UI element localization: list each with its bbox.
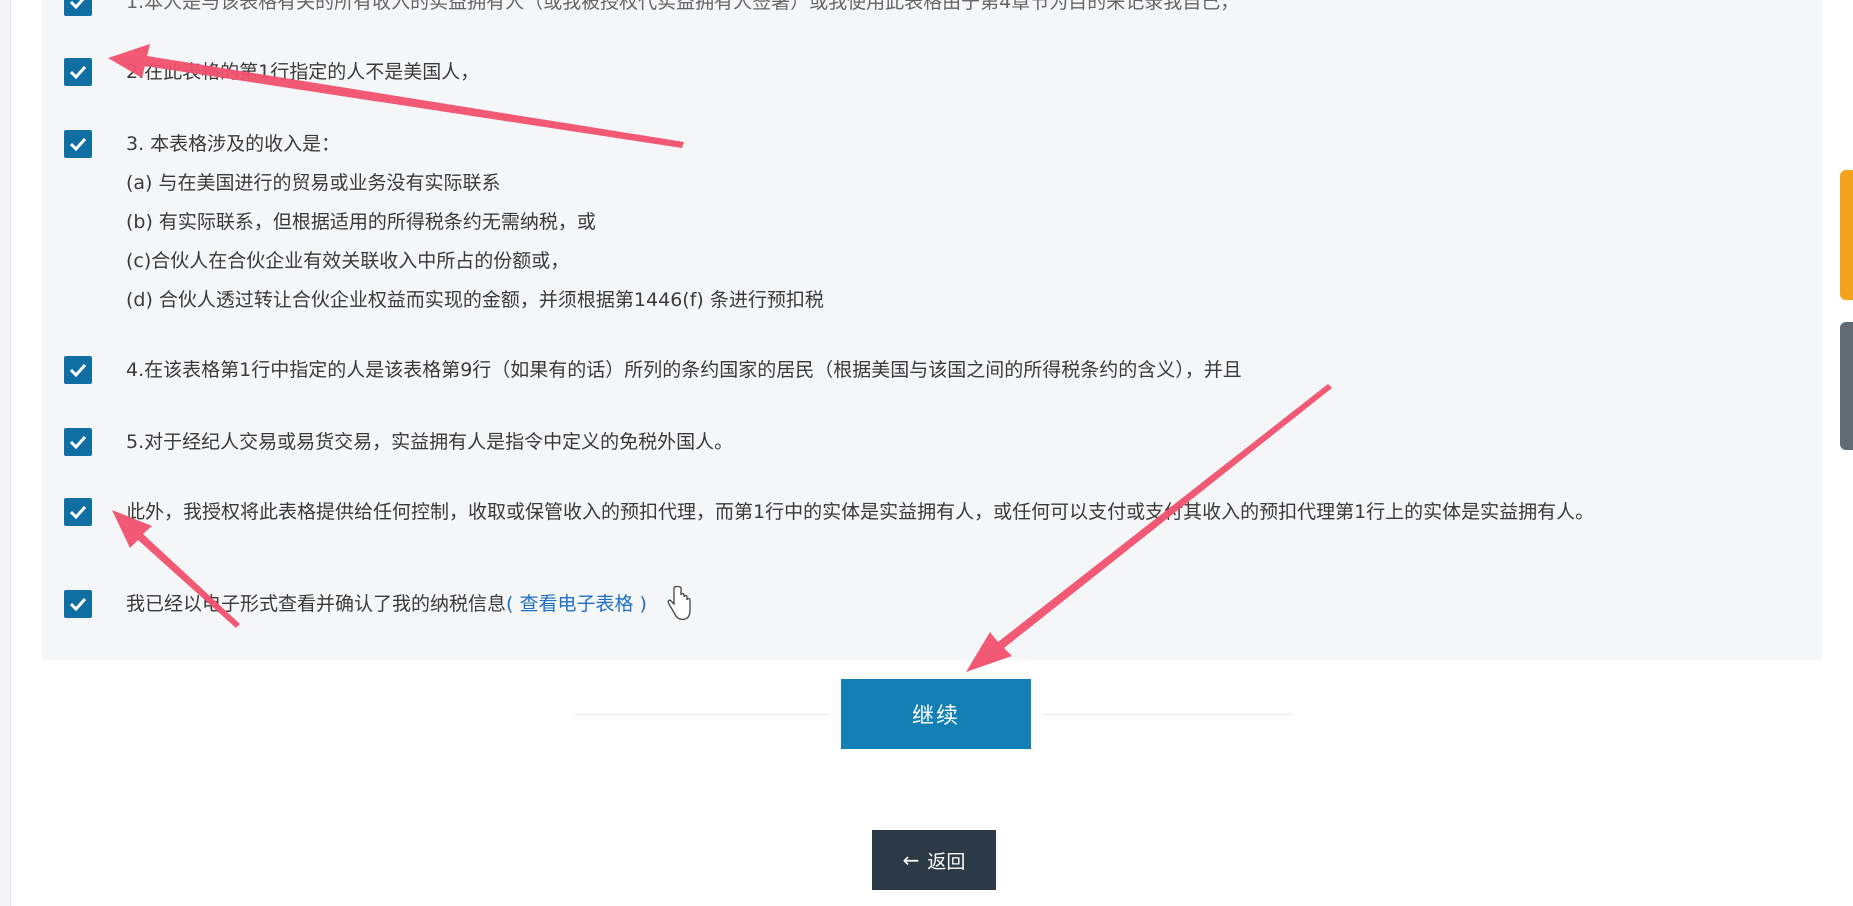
hand-cursor-icon <box>667 586 691 621</box>
declaration-row-7: 我已经以电子形式查看并确认了我的纳税信息( 查看电子表格 ) <box>64 590 647 624</box>
declaration-row-6: 此外，我授权将此表格提供给任何控制，收取或保管收入的预扣代理，而第1行中的实体是… <box>64 498 1594 532</box>
link-text: 查看电子表格 <box>519 593 634 615</box>
declaration-panel: 1.本人是与该表格有关的所有收入的实益拥有人（或我被授权代实益拥有人签署）或我使… <box>42 0 1822 660</box>
page: 1.本人是与该表格有关的所有收入的实益拥有人（或我被授权代实益拥有人签署）或我使… <box>0 0 1853 906</box>
view-e-form-link[interactable]: ( 查看电子表格 ) <box>506 593 647 615</box>
checkbox-3[interactable] <box>64 130 92 158</box>
declaration-row-3: 3. 本表格涉及的收入是： (a) 与在美国进行的贸易或业务没有实际联系 (b)… <box>64 130 824 320</box>
declaration-row-1: 1.本人是与该表格有关的所有收入的实益拥有人（或我被授权代实益拥有人签署）或我使… <box>64 0 1239 22</box>
declaration-line: 我已经以电子形式查看并确认了我的纳税信息( 查看电子表格 ) <box>126 585 647 624</box>
link-paren-open: ( <box>506 593 520 615</box>
declaration-line: 5.对于经纪人交易或易货交易，实益拥有人是指令中定义的免税外国人。 <box>126 431 734 453</box>
check-icon <box>69 0 85 9</box>
check-icon <box>69 505 87 519</box>
declaration-line: 此外，我授权将此表格提供给任何控制，收取或保管收入的预扣代理，而第1行中的实体是… <box>126 501 1595 523</box>
declaration-text-3: 3. 本表格涉及的收入是： (a) 与在美国进行的贸易或业务没有实际联系 (b)… <box>126 130 824 320</box>
checkbox-1[interactable] <box>64 0 92 16</box>
checkbox-6[interactable] <box>64 498 92 526</box>
declaration-line: 4.在该表格第1行中指定的人是该表格第9行（如果有的话）所列的条约国家的居民（根… <box>126 359 1242 381</box>
declaration-line: (b) 有实际联系，但根据适用的所得税条约无需纳税，或 <box>126 211 596 233</box>
declaration-row-2: 2.在此表格的第1行指定的人不是美国人， <box>64 58 479 92</box>
declaration-text-1: 1.本人是与该表格有关的所有收入的实益拥有人（或我被授权代实益拥有人签署）或我使… <box>126 0 1239 22</box>
declaration-text-7: 我已经以电子形式查看并确认了我的纳税信息( 查看电子表格 ) <box>126 590 647 624</box>
declaration-line: 1.本人是与该表格有关的所有收入的实益拥有人（或我被授权代实益拥有人签署）或我使… <box>126 0 1240 13</box>
check-icon <box>69 597 87 611</box>
check-icon <box>69 435 87 449</box>
left-edge-strip <box>0 0 11 906</box>
check-icon <box>69 65 87 79</box>
continue-label: 继续 <box>911 704 960 729</box>
link-paren-close: ) <box>633 593 647 615</box>
back-button[interactable]: ← 返回 <box>872 830 996 890</box>
continue-button[interactable]: 继续 <box>841 679 1031 749</box>
declaration-line: 3. 本表格涉及的收入是： <box>126 133 341 155</box>
declaration-row-5: 5.对于经纪人交易或易货交易，实益拥有人是指令中定义的免税外国人。 <box>64 428 733 462</box>
checkbox-4[interactable] <box>64 356 92 384</box>
declaration-line: 2.在此表格的第1行指定的人不是美国人， <box>126 61 480 83</box>
declaration-text-5: 5.对于经纪人交易或易货交易，实益拥有人是指令中定义的免税外国人。 <box>126 428 733 462</box>
checkbox-7[interactable] <box>64 590 92 618</box>
divider-right <box>1042 714 1292 715</box>
divider-left <box>574 714 830 715</box>
declaration-text-2: 2.在此表格的第1行指定的人不是美国人， <box>126 58 479 92</box>
declaration-text-6: 此外，我授权将此表格提供给任何控制，收取或保管收入的预扣代理，而第1行中的实体是… <box>126 498 1594 532</box>
check-icon <box>69 137 87 151</box>
declaration-text-4: 4.在该表格第1行中指定的人是该表格第9行（如果有的话）所列的条约国家的居民（根… <box>126 356 1242 390</box>
declaration-line: (c)合伙人在合伙企业有效关联收入中所占的份额或， <box>126 250 570 272</box>
checkbox-5[interactable] <box>64 428 92 456</box>
confirm-text: 我已经以电子形式查看并确认了我的纳税信息 <box>126 593 507 615</box>
declaration-line: (a) 与在美国进行的贸易或业务没有实际联系 <box>126 172 501 194</box>
checkbox-2[interactable] <box>64 58 92 86</box>
declaration-line: (d) 合伙人透过转让合伙企业权益而实现的金额，并须根据第1446(f) 条进行… <box>126 289 824 311</box>
side-tab-grey[interactable] <box>1840 322 1853 450</box>
check-icon <box>69 363 87 377</box>
side-tab-orange[interactable] <box>1840 170 1853 300</box>
declaration-row-4: 4.在该表格第1行中指定的人是该表格第9行（如果有的话）所列的条约国家的居民（根… <box>64 356 1242 390</box>
arrow-left-icon: ← <box>902 848 920 872</box>
back-label: 返回 <box>927 850 966 873</box>
